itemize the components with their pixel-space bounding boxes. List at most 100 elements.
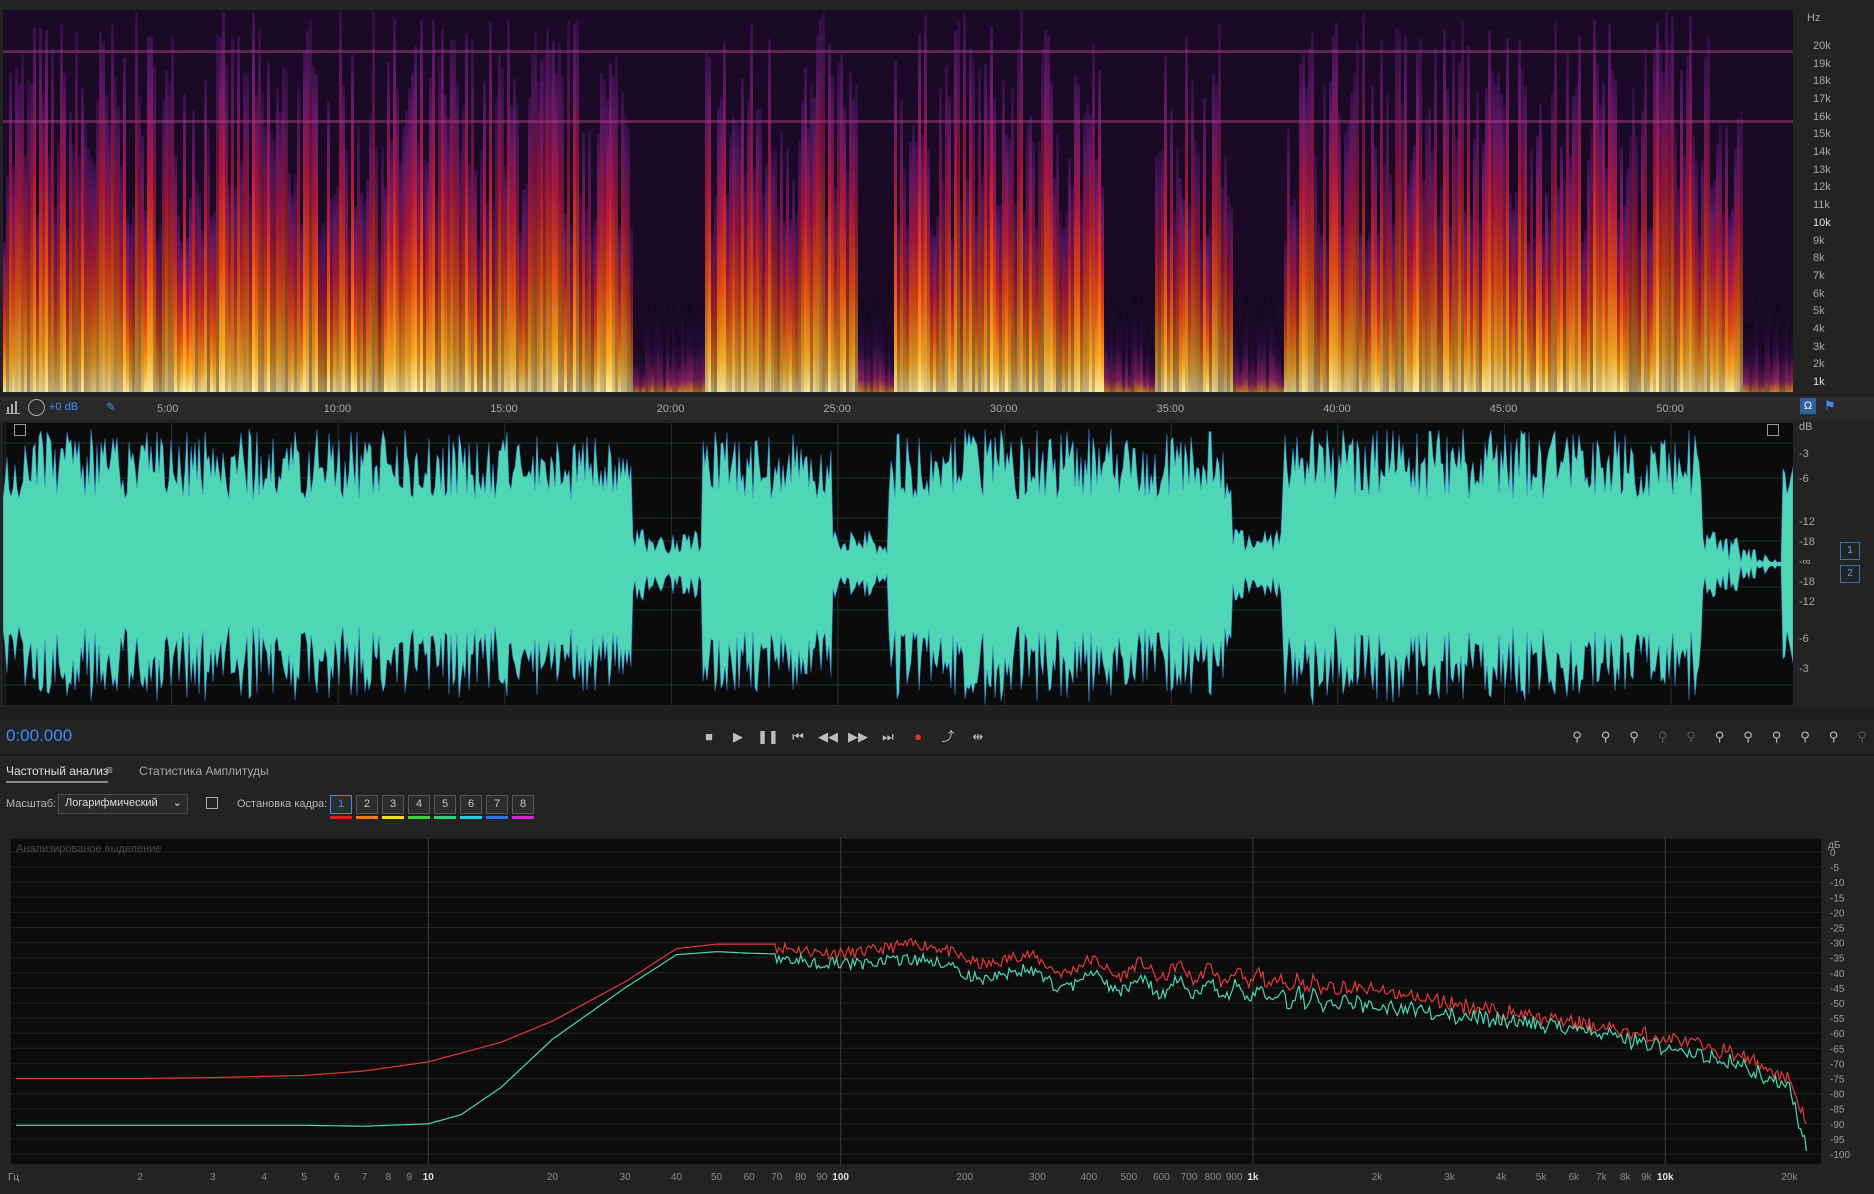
- marker-icon[interactable]: ⚑: [1824, 398, 1836, 414]
- freeze-frame-1-button[interactable]: 1: [330, 795, 352, 814]
- y-tick-label: -25: [1830, 924, 1845, 935]
- x-tick-label: 9: [407, 1172, 413, 1183]
- db-tick-label: -3: [1799, 448, 1809, 460]
- x-tick-label: 40: [671, 1172, 683, 1183]
- db-tick-label: -∞: [1799, 556, 1811, 568]
- gain-value[interactable]: +0 dB: [49, 401, 78, 413]
- collapse-corner-icon[interactable]: [1767, 424, 1779, 436]
- y-tick-label: -5: [1830, 863, 1839, 874]
- zoom-left-button[interactable]: ⚲: [1709, 726, 1731, 748]
- pause-button[interactable]: ❚❚: [757, 726, 779, 748]
- db-tick-label: -6: [1799, 473, 1809, 485]
- hz-tick-label: 16k: [1813, 110, 1831, 123]
- x-tick-label: 1k: [1247, 1172, 1259, 1183]
- skip-selection-button[interactable]: ⇹: [967, 726, 989, 748]
- hz-tick-label: 20k: [1813, 40, 1831, 52]
- x-tick-label: 7: [362, 1172, 368, 1183]
- freeze-frame-color-bar: [486, 816, 508, 819]
- channel-1-badge[interactable]: 1: [1840, 542, 1860, 560]
- hz-tick-label: 4k: [1813, 322, 1825, 335]
- x-tick-label: 8k: [1620, 1172, 1632, 1183]
- record-icon: ●: [914, 729, 922, 744]
- magnifier-icon: ⚲: [1686, 729, 1696, 744]
- gain-knob-icon[interactable]: [28, 399, 45, 416]
- freeze-frame-4-button[interactable]: 4: [408, 795, 430, 814]
- zoom-to-fit-button[interactable]: ⚲: [1623, 726, 1645, 748]
- skip-forward-icon: ⏭: [882, 729, 894, 744]
- db-tick-label: -12: [1799, 516, 1815, 528]
- db-tick-label: -12: [1799, 596, 1815, 608]
- transport-bar: 0:00.000 ■ ▶ ❚❚ ⏮ ◀◀ ▶▶ ⏭ ● ⤴ ⇹ ⚲ ⚲ ⚲ ⚲ ⚲ ⚲ ⚲ ⚲…: [0, 720, 1874, 754]
- copy-icon[interactable]: [206, 797, 218, 809]
- frequency-plot[interactable]: Гц 2 3 4 5 6 7 8 9 10 20 30 40 50 60 70 80 90 100 200 300 400…: [6, 838, 1856, 1193]
- freeze-frame-3-button[interactable]: 3: [382, 795, 404, 814]
- stop-icon: ■: [705, 729, 713, 744]
- magnifier-icon: ⚲: [1857, 729, 1867, 744]
- freeze-frame-2-button[interactable]: 2: [356, 795, 378, 814]
- meter-icon[interactable]: [6, 401, 20, 414]
- zoom-out-full-button[interactable]: ⚲: [1680, 726, 1702, 748]
- x-tick-label: 70: [771, 1172, 783, 1183]
- zoom-out-full-time-button[interactable]: ⚲: [1794, 726, 1816, 748]
- zoom-in-amplitude-button[interactable]: ⚲: [1566, 726, 1588, 748]
- y-tick-label: -60: [1830, 1029, 1845, 1040]
- play-icon: ▶: [733, 729, 743, 744]
- zoom-tool-button[interactable]: ⚲: [1851, 726, 1873, 748]
- headphones-icon[interactable]: Ω: [1800, 398, 1816, 414]
- x-tick-label: 400: [1081, 1172, 1098, 1183]
- waveform-display[interactable]: dB -3 -6 -12 -18 -∞ -18 -12 -6 -3 1 2: [0, 420, 1874, 707]
- zoom-in-time-button[interactable]: ⚲: [1737, 726, 1759, 748]
- db-tick-label: -18: [1799, 536, 1815, 548]
- timeline-ruler[interactable]: +0 dB ✎ 5:00 10:00 15:00 20:00 25:00 30:00 35:…: [0, 396, 1874, 420]
- freeze-frame-7-button[interactable]: 7: [486, 795, 508, 814]
- waveform[interactable]: [3, 423, 1793, 705]
- freeze-frame-6-button[interactable]: 6: [460, 795, 482, 814]
- x-tick-label: 4: [261, 1172, 267, 1183]
- tab-frequency-analysis[interactable]: Частотный анализ: [6, 764, 109, 783]
- x-tick-label: 10k: [1657, 1172, 1674, 1183]
- pin-icon[interactable]: ✎: [106, 400, 116, 414]
- db-tick-label: -3: [1799, 663, 1809, 675]
- y-tick-label: -95: [1830, 1135, 1845, 1146]
- channel-2-badge[interactable]: 2: [1840, 565, 1860, 583]
- expand-corner-icon[interactable]: [14, 424, 26, 436]
- hz-tick-label: 19k: [1813, 57, 1831, 70]
- freeze-frame-color-bar: [330, 816, 352, 819]
- y-tick-label: 0: [1830, 848, 1836, 859]
- hz-tick-label: 2k: [1813, 358, 1825, 371]
- y-tick-label: -65: [1830, 1044, 1845, 1055]
- x-tick-label: 30: [619, 1172, 631, 1183]
- zoom-out-time-button[interactable]: ⚲: [1766, 726, 1788, 748]
- freeze-frame-8-button[interactable]: 8: [512, 795, 534, 814]
- fast-forward-button[interactable]: ▶▶: [847, 726, 869, 748]
- tab-amplitude-statistics[interactable]: Статистика Амплитуды: [139, 764, 269, 778]
- zoom-out-amplitude-button[interactable]: ⚲: [1595, 726, 1617, 748]
- hz-tick-label: 17k: [1813, 93, 1831, 106]
- y-tick-label: -75: [1830, 1075, 1845, 1086]
- freeze-frame-5-button[interactable]: 5: [434, 795, 456, 814]
- spectral-display[interactable]: Hz 20k 19k 18k 17k 16k 15k 14k 13k 12k 11k 10k 9k 8k…: [0, 0, 1874, 394]
- play-button[interactable]: ▶: [727, 726, 749, 748]
- x-tick-label: 60: [744, 1172, 756, 1183]
- x-tick-label: 80: [795, 1172, 807, 1183]
- spectrogram[interactable]: [3, 10, 1793, 392]
- reset-zoom-button[interactable]: ⚲: [1823, 726, 1845, 748]
- go-to-end-button[interactable]: ⏭: [877, 726, 899, 748]
- rewind-button[interactable]: ◀◀: [817, 726, 839, 748]
- go-to-start-button[interactable]: ⏮: [787, 726, 809, 748]
- current-time[interactable]: 0:00.000: [6, 726, 72, 746]
- y-tick-label: -30: [1830, 939, 1845, 950]
- record-button[interactable]: ●: [907, 726, 929, 748]
- scale-select[interactable]: Логарифмический ⌄: [58, 794, 188, 814]
- zoom-in-selection-button[interactable]: ⚲: [1652, 726, 1674, 748]
- stop-button[interactable]: ■: [698, 726, 720, 748]
- panel-menu-icon[interactable]: ≡: [106, 763, 113, 777]
- rewind-icon: ◀◀: [818, 729, 838, 744]
- magnifier-icon: ⚲: [1743, 729, 1753, 744]
- hz-tick-label: 5k: [1813, 305, 1825, 318]
- loop-button[interactable]: ⤴: [937, 726, 959, 748]
- y-tick-label: -10: [1830, 878, 1845, 889]
- x-tick-label: 6: [334, 1172, 340, 1183]
- magnifier-icon: ⚲: [1600, 729, 1611, 744]
- x-tick-label: 6k: [1568, 1172, 1580, 1183]
